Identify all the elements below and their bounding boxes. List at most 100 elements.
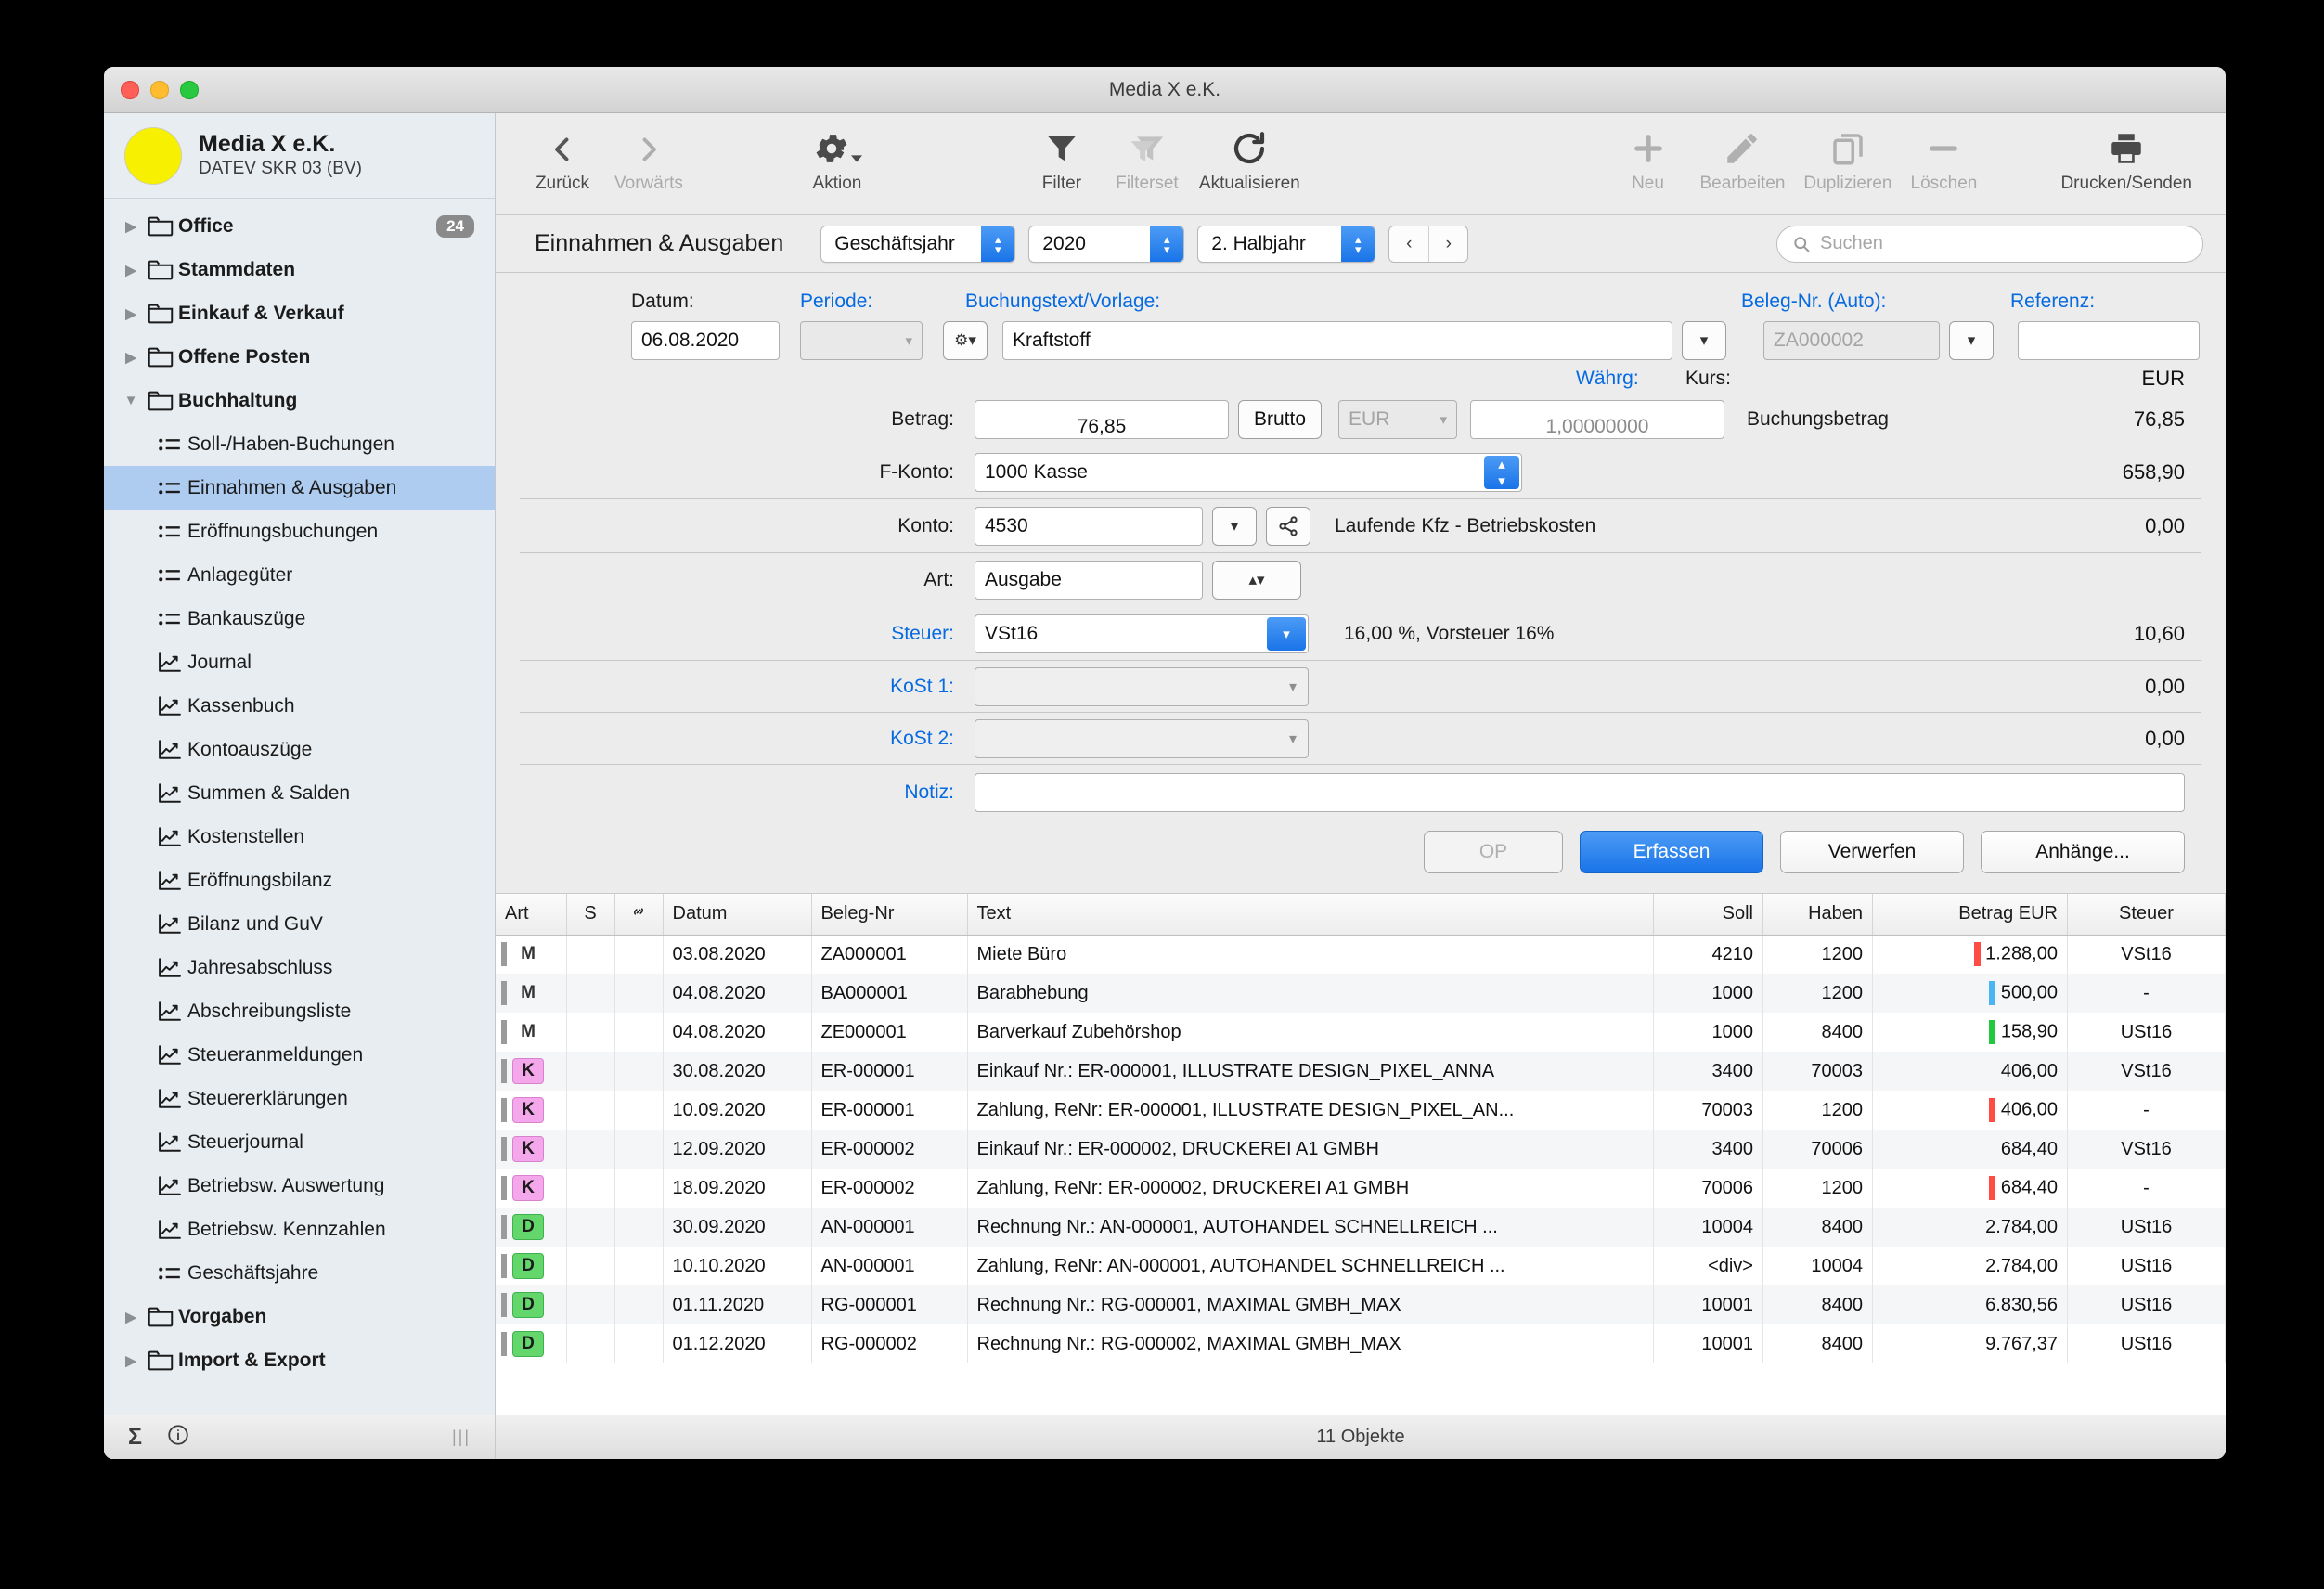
table-row[interactable]: K 30.08.2020 ER-000001 Einkauf Nr.: ER-0000…	[496, 1052, 2226, 1091]
sidebar-item-er-ffnungsbilanz[interactable]: Eröffnungsbilanz	[104, 859, 495, 902]
buchungstext-popup-button[interactable]: ▾	[1682, 321, 1726, 360]
sum-icon[interactable]: Σ	[128, 1424, 142, 1451]
col-s[interactable]: S	[566, 894, 615, 936]
table-row[interactable]: M 04.08.2020 BA000001 Barabhebung 1000 1200 5…	[496, 974, 2226, 1013]
konto-popup-button[interactable]: ▾	[1212, 506, 1257, 546]
info-icon[interactable]	[166, 1423, 190, 1452]
period-prev-button[interactable]: ‹	[1389, 226, 1428, 262]
table-row[interactable]: K 10.09.2020 ER-000001 Zahlung, ReNr: ER-00…	[496, 1091, 2226, 1130]
sidebar-item-betriebsw-kennzahlen[interactable]: Betriebsw. Kennzahlen	[104, 1208, 495, 1251]
halfyear-select[interactable]: 2. Halbjahr ▴ ▾	[1197, 225, 1376, 263]
belegnr-popup-button[interactable]: ▾	[1949, 321, 1994, 360]
sidebar-item-gesch-ftsjahre[interactable]: Geschäftsjahre	[104, 1251, 495, 1295]
table-row[interactable]: M 04.08.2020 ZE000001 Barverkauf Zubehörsho…	[496, 1013, 2226, 1052]
anhaenge-button[interactable]: Anhänge...	[1981, 831, 2185, 873]
art-stepper[interactable]: ▴▾	[1212, 561, 1301, 600]
sidebar-item-abschreibungsliste[interactable]: Abschreibungsliste	[104, 989, 495, 1033]
action-button[interactable]: Aktion	[794, 125, 880, 203]
table-row[interactable]: M 03.08.2020 ZA000001 Miete Büro 4210 1200 1.…	[496, 935, 2226, 974]
period-next-button[interactable]: ›	[1428, 226, 1467, 262]
filter-button[interactable]: Filter	[1019, 125, 1104, 203]
sidebar-item-anlageg-ter[interactable]: Anlagegüter	[104, 553, 495, 597]
steuer-select[interactable]: VSt16 ▾	[975, 614, 1309, 653]
table-row[interactable]: K 18.09.2020 ER-000002 Zahlung, ReNr: ER-00…	[496, 1169, 2226, 1208]
sidebar-item-er-ffnungsbuchungen[interactable]: Eröffnungsbuchungen	[104, 510, 495, 553]
table-row[interactable]: D 10.10.2020 AN-000001 Zahlung, ReNr: AN-00…	[496, 1247, 2226, 1285]
table-row[interactable]: D 01.12.2020 RG-000002 Rechnung Nr.: RG-000…	[496, 1324, 2226, 1363]
col-soll[interactable]: Soll	[1653, 894, 1763, 936]
triangle-right-icon[interactable]: ▶	[119, 349, 143, 366]
sidebar-item-summen-salden[interactable]: Summen & Salden	[104, 771, 495, 815]
sidebar-item-kontoausz-ge[interactable]: Kontoauszüge	[104, 728, 495, 771]
back-button[interactable]: Zurück	[520, 125, 605, 203]
col-haben[interactable]: Haben	[1762, 894, 1873, 936]
delete-button[interactable]: Löschen	[1901, 125, 1986, 203]
erfassen-button[interactable]: Erfassen	[1580, 831, 1763, 873]
resize-grip[interactable]: |||	[452, 1428, 471, 1447]
sidebar-item-einkauf-verkauf[interactable]: ▶ Einkauf & Verkauf	[104, 291, 495, 335]
sidebar-item-soll-haben-buchungen[interactable]: Soll-/Haben-Buchungen	[104, 422, 495, 466]
col-betrag[interactable]: Betrag EUR	[1872, 894, 2068, 936]
triangle-right-icon[interactable]: ▶	[119, 262, 143, 278]
sidebar-item-steuerjournal[interactable]: Steuerjournal	[104, 1120, 495, 1164]
sidebar-item-betriebsw-auswertung[interactable]: Betriebsw. Auswertung	[104, 1164, 495, 1208]
new-button[interactable]: Neu	[1606, 125, 1691, 203]
konto-share-button[interactable]	[1266, 506, 1310, 546]
period-type-select[interactable]: Geschäftsjahr ▴ ▾	[820, 225, 1016, 263]
sidebar-item-import-export[interactable]: ▶ Import & Export	[104, 1338, 495, 1382]
waehrung-select[interactable]: EUR ▾	[1338, 400, 1458, 439]
datum-input[interactable]: 06.08.2020	[631, 321, 780, 360]
table-row[interactable]: K 12.09.2020 ER-000002 Einkauf Nr.: ER-0000…	[496, 1130, 2226, 1169]
col-belegnr[interactable]: Beleg-Nr	[811, 894, 968, 936]
filterset-button[interactable]: Filterset	[1104, 125, 1190, 203]
col-steuer[interactable]: Steuer	[2067, 894, 2226, 936]
referenz-input[interactable]	[2018, 321, 2200, 360]
sidebar-item-bankausz-ge[interactable]: Bankauszüge	[104, 597, 495, 640]
sidebar-item-stammdaten[interactable]: ▶ Stammdaten	[104, 248, 495, 291]
table-row[interactable]: D 01.11.2020 RG-000001 Rechnung Nr.: RG-000…	[496, 1285, 2226, 1324]
duplicate-button[interactable]: Duplizieren	[1794, 125, 1901, 203]
print-button[interactable]: Drucken/Senden	[2051, 125, 2201, 203]
sidebar-item-bilanz-und-guv[interactable]: Bilanz und GuV	[104, 902, 495, 946]
sidebar-item-office[interactable]: ▶ Office 24	[104, 204, 495, 248]
sidebar-item-jahresabschluss[interactable]: Jahresabschluss	[104, 946, 495, 989]
brutto-button[interactable]: Brutto	[1237, 400, 1323, 439]
edit-button[interactable]: Bearbeiten	[1691, 125, 1795, 203]
periode-select[interactable]: ▾	[800, 321, 923, 360]
sidebar-item-einnahmen-ausgaben[interactable]: Einnahmen & Ausgaben	[104, 466, 495, 510]
sidebar-item-vorgaben[interactable]: ▶ Vorgaben	[104, 1295, 495, 1338]
buchungstext-input[interactable]: Kraftstoff	[1002, 321, 1672, 360]
sidebar-item-steueranmeldungen[interactable]: Steueranmeldungen	[104, 1033, 495, 1077]
tab-einnahmen-ausgaben[interactable]: Einnahmen & Ausgaben	[518, 230, 807, 257]
fkonto-select[interactable]: 1000 Kasse ▴ ▾	[975, 452, 1522, 492]
triangle-right-icon[interactable]: ▶	[119, 218, 143, 235]
sidebar-item-kassenbuch[interactable]: Kassenbuch	[104, 684, 495, 728]
year-select[interactable]: 2020 ▴ ▾	[1028, 225, 1185, 263]
notiz-input[interactable]	[975, 773, 2185, 812]
kost1-select[interactable]: ▾	[975, 666, 1309, 706]
sidebar-item-offene-posten[interactable]: ▶ Offene Posten	[104, 335, 495, 379]
konto-input[interactable]: 4530	[975, 506, 1203, 546]
refresh-button[interactable]: Aktualisieren	[1190, 125, 1310, 203]
belegnr-input[interactable]: ZA000002	[1763, 321, 1940, 360]
art-input[interactable]: Ausgabe	[975, 561, 1203, 600]
kurs-input[interactable]: 1,00000000	[1470, 400, 1724, 439]
col-text[interactable]: Text	[967, 894, 1654, 936]
col-datum[interactable]: Datum	[663, 894, 812, 936]
triangle-right-icon[interactable]: ▶	[119, 1352, 143, 1369]
triangle-right-icon[interactable]: ▶	[119, 305, 143, 322]
period-stepper[interactable]: ‹ ›	[1388, 225, 1469, 263]
forward-button[interactable]: Vorwärts	[605, 125, 692, 203]
table-row[interactable]: D 30.09.2020 AN-000001 Rechnung Nr.: AN-000…	[496, 1208, 2226, 1247]
betrag-input[interactable]: 76,85	[975, 400, 1229, 439]
sidebar-item-buchhaltung[interactable]: ▼ Buchhaltung	[104, 379, 495, 422]
sidebar-item-journal[interactable]: Journal	[104, 640, 495, 684]
op-button[interactable]: OP	[1424, 831, 1563, 873]
search-input[interactable]: Suchen	[1776, 225, 2203, 263]
link-icon[interactable]	[614, 894, 664, 936]
triangle-down-icon[interactable]: ▼	[119, 393, 143, 408]
sidebar-item-kostenstellen[interactable]: Kostenstellen	[104, 815, 495, 859]
kost2-select[interactable]: ▾	[975, 718, 1309, 758]
col-art[interactable]: Art	[496, 894, 567, 936]
sidebar-item-steuererkl-rungen[interactable]: Steuererklärungen	[104, 1077, 495, 1120]
